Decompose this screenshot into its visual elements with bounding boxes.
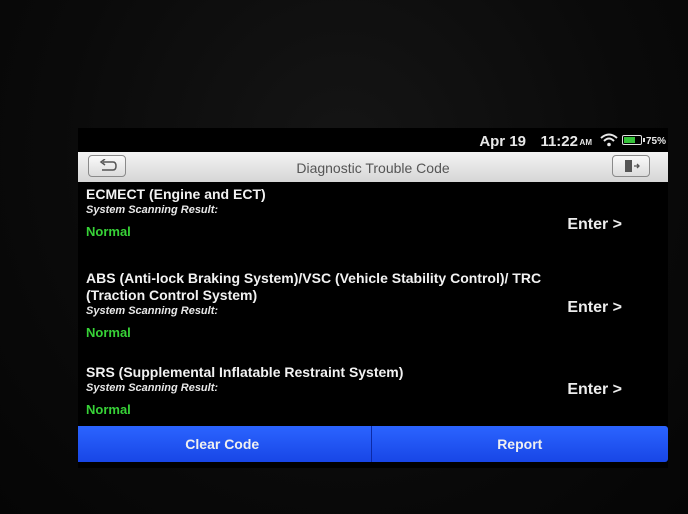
- system-item-abs: ABS (Anti-lock Braking System)/VSC (Vehi…: [78, 270, 668, 364]
- status-bar: Apr 19 11:22 AM 75%: [78, 128, 668, 152]
- enter-button-srs[interactable]: Enter >: [567, 381, 622, 399]
- status-date: Apr 19: [479, 133, 526, 150]
- system-item-ecmect: ECMECT (Engine and ECT) System Scanning …: [78, 186, 668, 270]
- system-name: ECMECT (Engine and ECT): [86, 186, 266, 202]
- system-scan-result: Normal: [86, 325, 131, 340]
- system-scan-result: Normal: [86, 402, 131, 417]
- system-name: ABS (Anti-lock Braking System)/VSC (Vehi…: [86, 270, 542, 303]
- bottom-action-bar: Clear Code Report: [78, 426, 668, 462]
- enter-button-ecmect[interactable]: Enter >: [567, 216, 622, 234]
- system-list: ECMECT (Engine and ECT) System Scanning …: [78, 186, 668, 424]
- system-name: SRS (Supplemental Inflatable Restraint S…: [86, 364, 404, 380]
- battery-percent: 75%: [645, 136, 666, 147]
- battery-tip: [643, 138, 645, 142]
- exit-button[interactable]: [612, 155, 650, 177]
- report-button[interactable]: Report: [371, 426, 668, 462]
- enter-button-abs[interactable]: Enter >: [567, 299, 622, 317]
- battery-icon: [622, 135, 645, 145]
- wifi-icon: [600, 133, 618, 147]
- clear-code-button[interactable]: Clear Code: [78, 426, 372, 462]
- battery-fill: [624, 137, 635, 143]
- system-item-srs: SRS (Supplemental Inflatable Restraint S…: [78, 364, 668, 424]
- device-screen: Apr 19 11:22 AM 75% Diagnostic Trouble C…: [78, 128, 668, 468]
- status-ampm: AM: [579, 138, 592, 147]
- page-title: Diagnostic Trouble Code: [296, 160, 450, 176]
- title-bar: Diagnostic Trouble Code: [78, 152, 668, 182]
- exit-door-icon: [625, 160, 640, 172]
- status-time: 11:22: [540, 133, 578, 150]
